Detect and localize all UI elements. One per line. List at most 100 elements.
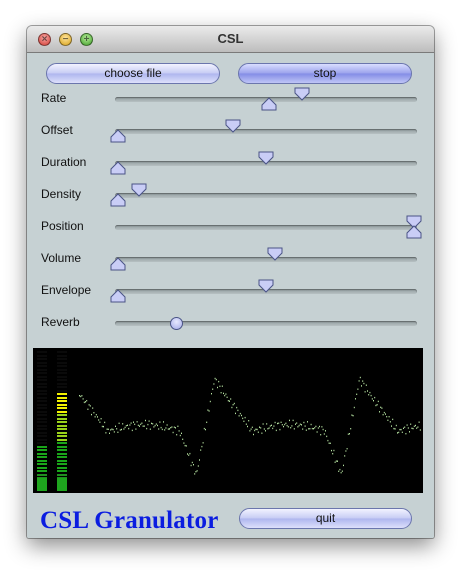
slider-track-reverb[interactable] [115, 321, 417, 326]
slider-min-thumb-position[interactable] [406, 225, 422, 239]
slider-label-density: Density [41, 187, 82, 201]
slider-label-reverb: Reverb [41, 315, 80, 329]
audio-display [33, 348, 423, 493]
quit-button[interactable]: quit [239, 508, 412, 529]
meter-base [37, 478, 47, 491]
title-bar[interactable]: × − + CSL [27, 26, 434, 53]
csl-window: × − + CSL choose file stop Rate Offset Dur… [27, 26, 434, 538]
slider-max-thumb-duration[interactable] [258, 151, 274, 165]
meter-segment [37, 365, 47, 367]
meter-segment [57, 389, 67, 392]
meter-segment [57, 379, 67, 381]
meter-segment [37, 470, 47, 472]
meter-segment [37, 361, 47, 364]
slider-min-thumb-volume[interactable] [110, 257, 126, 271]
slider-max-thumb-density[interactable] [131, 183, 147, 197]
slider-thumb-reverb[interactable] [170, 317, 184, 330]
meter-segment [37, 393, 47, 395]
meter-segment [57, 375, 67, 378]
meter-segment [57, 365, 67, 367]
stop-button[interactable]: stop [238, 63, 412, 84]
meter-segment [37, 410, 47, 413]
meter-segment [57, 400, 67, 402]
meter-segment [57, 449, 67, 451]
slider-label-position: Position [41, 219, 84, 233]
meter-segment [37, 375, 47, 378]
meter-segment [37, 442, 47, 444]
meter-segment [57, 445, 67, 448]
meter-segment [57, 473, 67, 476]
slider-label-rate: Rate [41, 91, 67, 105]
meter-segment [57, 417, 67, 420]
meter-segment [37, 354, 47, 357]
meter-segment [37, 389, 47, 392]
slider-min-thumb-density[interactable] [110, 193, 126, 207]
slider-max-thumb-envelope[interactable] [258, 279, 274, 293]
meter-segment [37, 435, 47, 437]
slider-track-density[interactable] [115, 193, 417, 198]
meter-segment [57, 410, 67, 413]
meter-segment [37, 424, 47, 427]
meter-segment [57, 403, 67, 406]
meter-segment [57, 466, 67, 469]
meter-segment [37, 417, 47, 420]
meter-segment [57, 442, 67, 444]
meter-segment [57, 424, 67, 427]
meter-segment [57, 456, 67, 458]
app-brand-title: CSL Granulator [40, 507, 219, 534]
meter-segment [57, 428, 67, 430]
meter-segment [37, 449, 47, 451]
slider-track-offset[interactable] [115, 129, 417, 134]
meter-segment [57, 372, 67, 374]
slider-label-duration: Duration [41, 155, 87, 169]
meter-segment [37, 372, 47, 374]
meter-segment [37, 428, 47, 430]
slider-max-thumb-rate[interactable] [294, 87, 310, 101]
meter-segment [37, 456, 47, 458]
meter-segment [57, 452, 67, 455]
slider-min-thumb-offset[interactable] [110, 129, 126, 143]
meter-segment [57, 421, 67, 423]
meter-segment [57, 386, 67, 388]
slider-max-thumb-volume[interactable] [267, 247, 283, 261]
meter-segment [57, 459, 67, 462]
meter-segment [37, 421, 47, 423]
level-meter-right [55, 348, 69, 493]
slider-track-position[interactable] [115, 225, 417, 230]
meter-segment [37, 445, 47, 448]
meter-segment [57, 438, 67, 441]
meter-segment [37, 403, 47, 406]
meter-segment [37, 407, 47, 409]
main-panel: choose file stop Rate Offset Duration Densi… [27, 53, 434, 538]
meter-segment [37, 351, 47, 353]
meter-segment [37, 386, 47, 388]
meter-segment [57, 463, 67, 465]
meter-segment [57, 382, 67, 385]
meter-segment [57, 393, 67, 395]
slider-min-thumb-rate[interactable] [261, 97, 277, 111]
level-meter-left [35, 348, 49, 493]
meter-segment [37, 379, 47, 381]
meter-segment [57, 368, 67, 371]
slider-max-thumb-offset[interactable] [225, 119, 241, 133]
slider-min-thumb-envelope[interactable] [110, 289, 126, 303]
meter-segment [57, 354, 67, 357]
meter-segment [37, 396, 47, 399]
slider-label-volume: Volume [41, 251, 82, 265]
meter-segment [37, 466, 47, 469]
meter-segment [37, 452, 47, 455]
meter-segment [57, 396, 67, 399]
meter-segment [37, 438, 47, 441]
meter-segment [57, 470, 67, 472]
meter-segment [37, 358, 47, 360]
slider-label-offset: Offset [41, 123, 73, 137]
choose-file-button[interactable]: choose file [46, 63, 220, 84]
meter-segment [37, 459, 47, 462]
meter-segment [37, 473, 47, 476]
meter-segment [57, 431, 67, 434]
meter-segment [37, 431, 47, 434]
window-title: CSL [217, 31, 244, 46]
slider-label-envelope: Envelope [41, 283, 92, 297]
slider-min-thumb-duration[interactable] [110, 161, 126, 175]
meter-segment [37, 400, 47, 402]
